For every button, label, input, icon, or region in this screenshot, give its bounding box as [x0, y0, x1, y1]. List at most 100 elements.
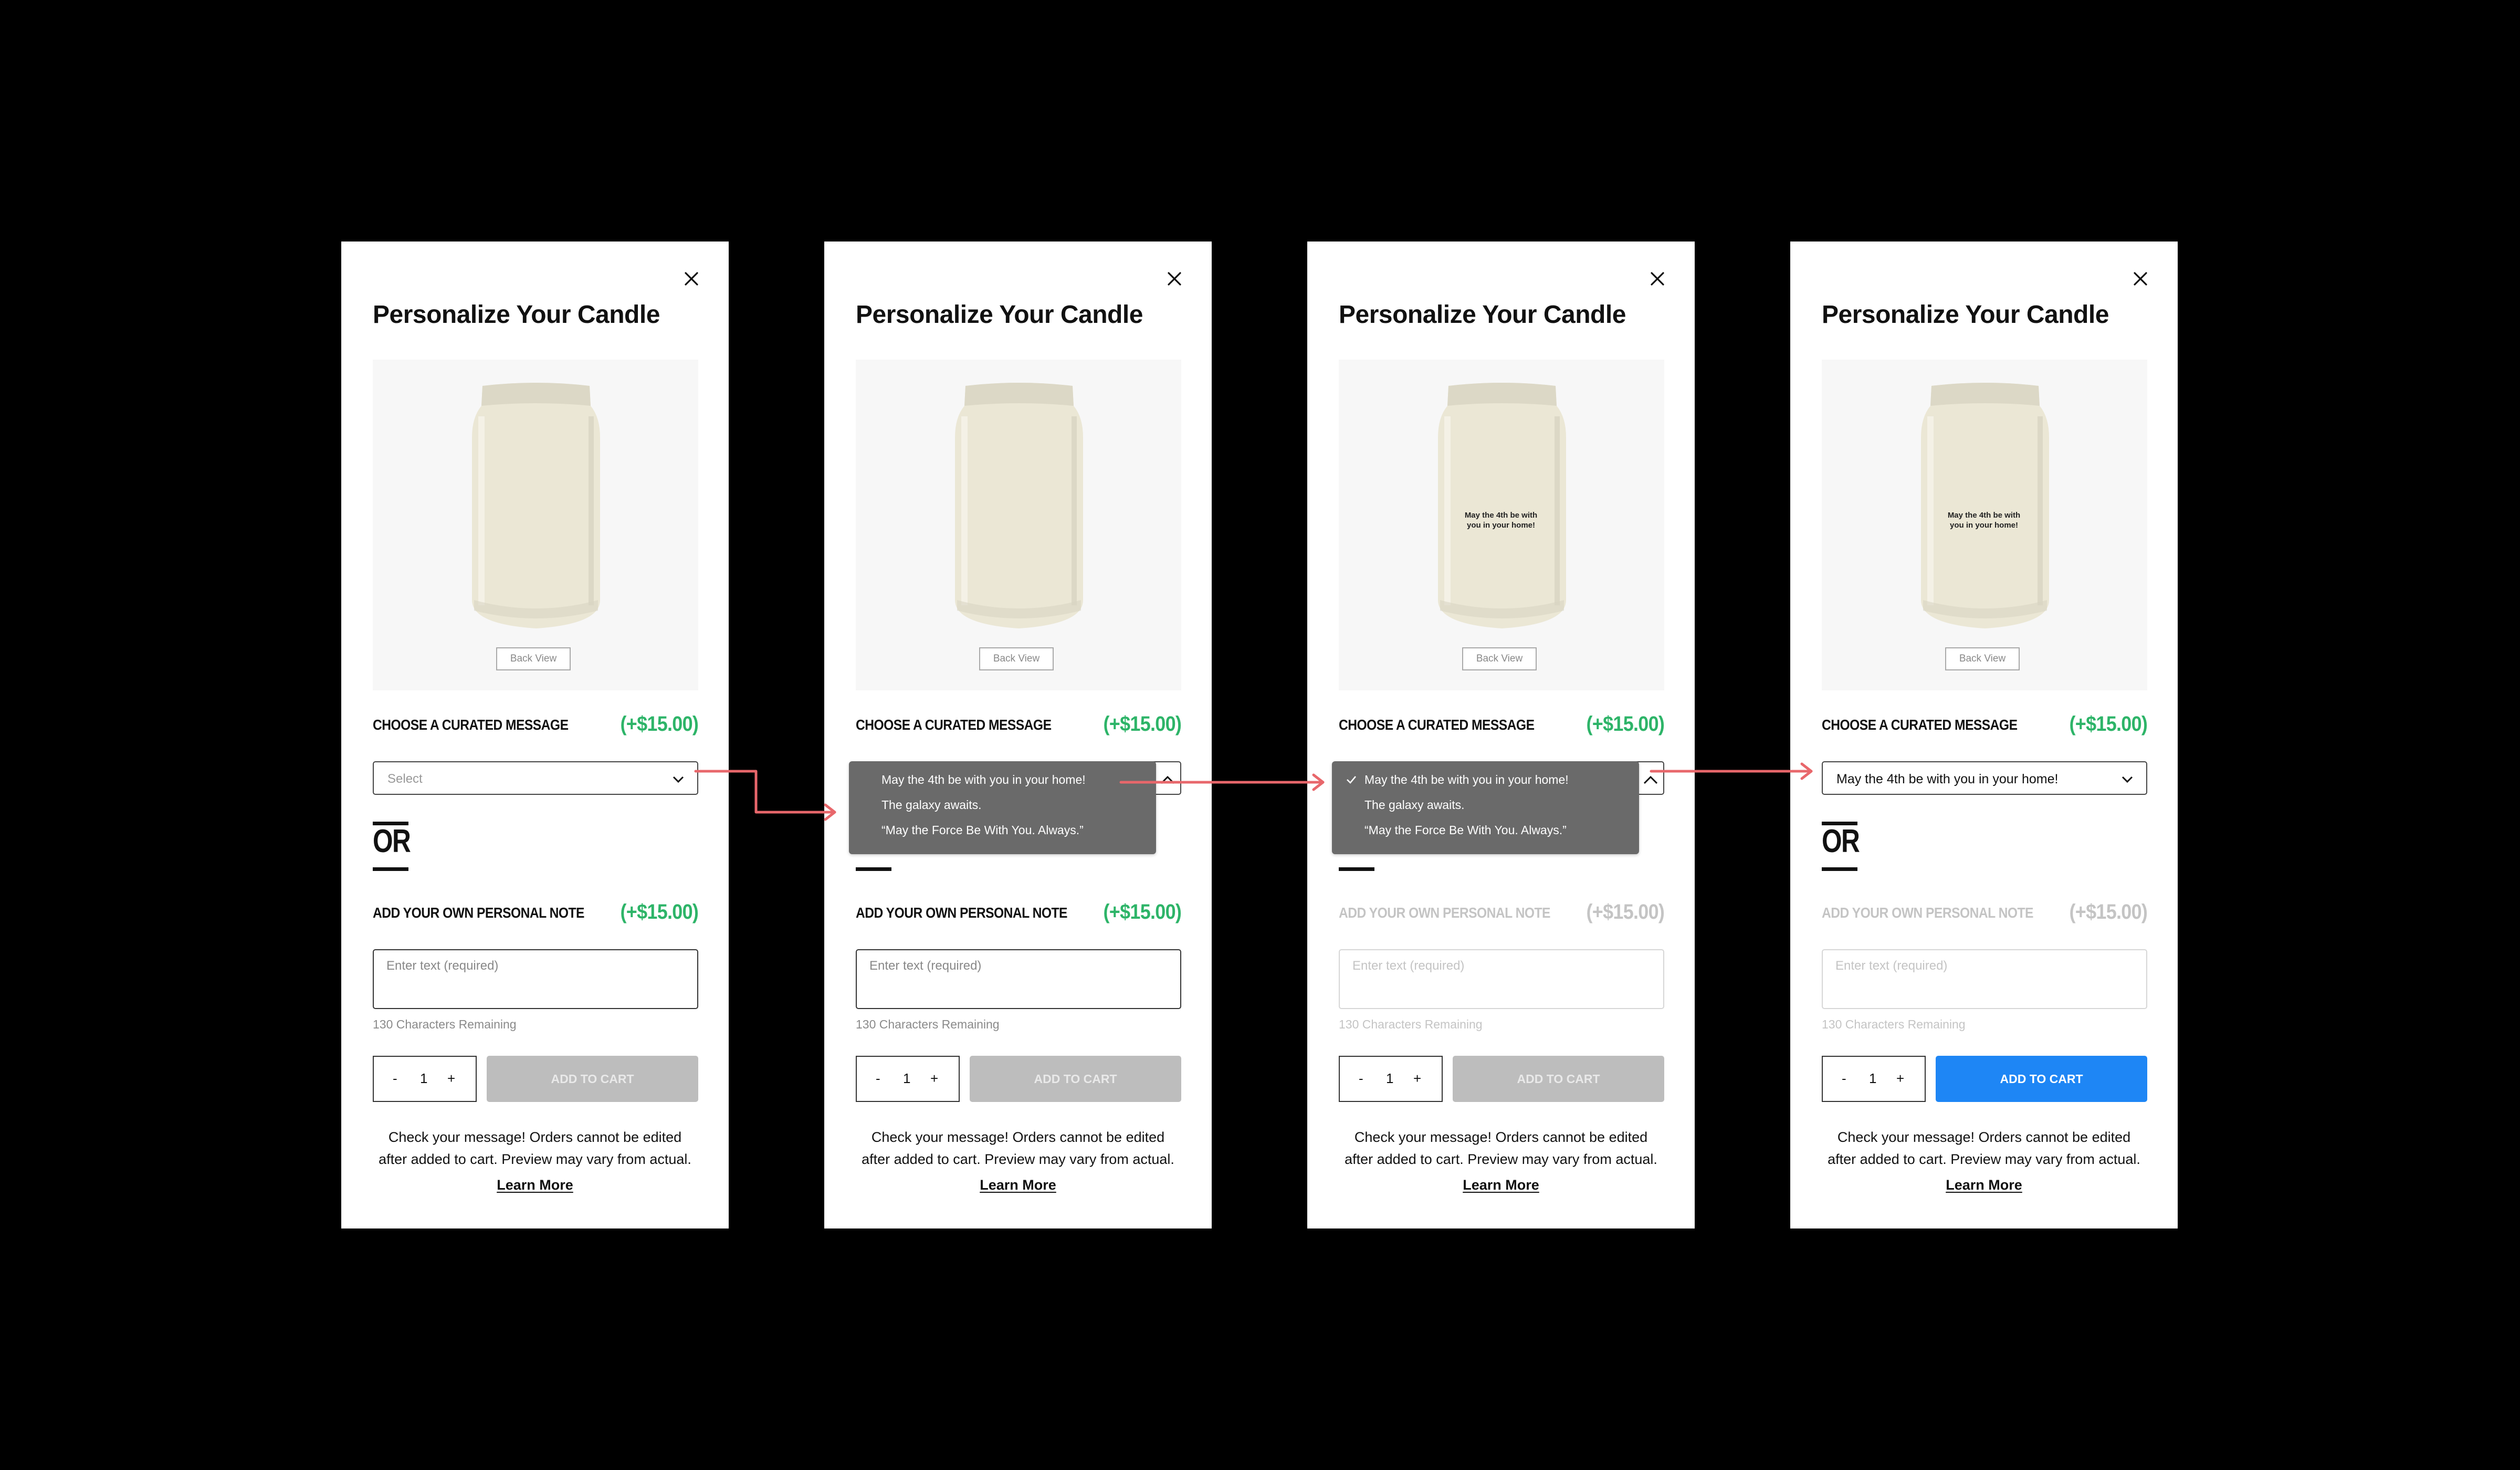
candle-message-line-1: May the 4th be with: [1465, 511, 1537, 520]
curated-message-row: CHOOSE A CURATED MESSAGE (+$15.00): [1339, 711, 1665, 738]
disclaimer-text: Check your message! Orders cannot be edi…: [1307, 1126, 1695, 1170]
personal-note-field[interactable]: [1822, 949, 2147, 1009]
dropdown-option[interactable]: “May the Force Be With You. Always.”: [1364, 823, 1567, 837]
learn-more-row: Learn More: [824, 1177, 1212, 1193]
close-icon[interactable]: [1165, 269, 1184, 288]
disclaimer-text: Check your message! Orders cannot be edi…: [824, 1126, 1212, 1170]
learn-more-row: Learn More: [1307, 1177, 1695, 1193]
dropdown-option[interactable]: May the 4th be with you in your home!: [881, 773, 1086, 787]
personal-note-label: ADD YOUR OWN PERSONAL NOTE: [1339, 905, 1550, 921]
quantity-increase-button[interactable]: +: [447, 1070, 455, 1087]
select-value: Select: [387, 772, 423, 786]
panel-title: Personalize Your Candle: [1822, 301, 2109, 329]
learn-more-link[interactable]: Learn More: [1946, 1177, 2022, 1193]
personal-note-input[interactable]: [1340, 950, 1663, 982]
dropdown-option[interactable]: The galaxy awaits.: [881, 798, 981, 812]
candle-image: May the 4th be with you in your home!: [1921, 383, 2049, 628]
or-divider-bottom: [856, 867, 891, 871]
quantity-decrease-button[interactable]: -: [876, 1070, 880, 1087]
chevron-down-icon: [2122, 776, 2133, 783]
characters-remaining: 130 Characters Remaining: [1822, 1017, 1966, 1031]
curated-message-dropdown: May the 4th be with you in your home! Th…: [849, 761, 1156, 854]
curated-message-row: CHOOSE A CURATED MESSAGE (+$15.00): [1822, 711, 2148, 738]
candle-image: [955, 383, 1083, 628]
candle-image: [472, 383, 600, 628]
quantity-increase-button[interactable]: +: [1413, 1070, 1421, 1087]
add-to-cart-button[interactable]: ADD TO CART: [970, 1056, 1181, 1102]
quantity-increase-button[interactable]: +: [1896, 1070, 1904, 1087]
or-text: OR: [1822, 823, 1860, 859]
curated-message-price: (+$15.00): [620, 712, 698, 736]
personal-note-price: (+$15.00): [2069, 900, 2147, 923]
quantity-stepper: - 1 +: [373, 1056, 477, 1102]
quantity-stepper: - 1 +: [856, 1056, 960, 1102]
disclaimer-line-1: Check your message! Orders cannot be edi…: [871, 1129, 1165, 1145]
candle-message-line-2: you in your home!: [1950, 521, 2018, 530]
chevron-up-icon: [1643, 775, 1658, 784]
curated-message-row: CHOOSE A CURATED MESSAGE (+$15.00): [856, 711, 1182, 738]
disclaimer-line-1: Check your message! Orders cannot be edi…: [1837, 1129, 2131, 1145]
personal-note-price: (+$15.00): [620, 900, 698, 923]
personal-note-label: ADD YOUR OWN PERSONAL NOTE: [1822, 905, 2033, 921]
personal-note-row: ADD YOUR OWN PERSONAL NOTE (+$15.00): [373, 899, 699, 926]
back-view-button[interactable]: Back View: [496, 647, 571, 670]
curated-message-label: CHOOSE A CURATED MESSAGE: [1339, 717, 1535, 733]
personal-note-row: ADD YOUR OWN PERSONAL NOTE (+$15.00): [1339, 899, 1665, 926]
curated-message-row: CHOOSE A CURATED MESSAGE (+$15.00): [373, 711, 699, 738]
curated-message-price: (+$15.00): [2069, 712, 2147, 736]
disclaimer-line-2: after added to cart. Preview may vary fr…: [1828, 1151, 2140, 1167]
personal-note-field[interactable]: [373, 949, 698, 1009]
candle-preview: May the 4th be with you in your home! Ba…: [1339, 360, 1664, 690]
quantity-value: 1: [903, 1070, 911, 1086]
curated-message-select[interactable]: Select: [373, 761, 698, 795]
personalize-panel-1: Personalize Your Candle Back View CHOOSE…: [341, 242, 729, 1228]
learn-more-row: Learn More: [1790, 1177, 2178, 1193]
curated-message-label: CHOOSE A CURATED MESSAGE: [856, 717, 1052, 733]
quantity-decrease-button[interactable]: -: [393, 1070, 397, 1087]
learn-more-link[interactable]: Learn More: [1463, 1177, 1539, 1193]
close-icon[interactable]: [2131, 269, 2150, 288]
characters-remaining: 130 Characters Remaining: [856, 1017, 1000, 1031]
quantity-decrease-button[interactable]: -: [1359, 1070, 1363, 1087]
quantity-increase-button[interactable]: +: [930, 1070, 938, 1087]
personal-note-row: ADD YOUR OWN PERSONAL NOTE (+$15.00): [856, 899, 1182, 926]
back-view-button[interactable]: Back View: [979, 647, 1054, 670]
candle-message-line-2: you in your home!: [1467, 521, 1535, 530]
personal-note-input[interactable]: [374, 950, 697, 982]
personal-note-input[interactable]: [857, 950, 1180, 982]
disclaimer-line-2: after added to cart. Preview may vary fr…: [379, 1151, 691, 1167]
curated-message-label: CHOOSE A CURATED MESSAGE: [373, 717, 569, 733]
curated-message-price: (+$15.00): [1586, 712, 1664, 736]
learn-more-link[interactable]: Learn More: [980, 1177, 1056, 1193]
or-divider-bottom: [1339, 867, 1374, 871]
chevron-up-icon: [1160, 775, 1175, 784]
back-view-button[interactable]: Back View: [1462, 647, 1537, 670]
dropdown-option[interactable]: The galaxy awaits.: [1364, 798, 1464, 812]
candle-preview: Back View: [373, 360, 698, 690]
quantity-decrease-button[interactable]: -: [1842, 1070, 1846, 1087]
candle-preview: Back View: [856, 360, 1181, 690]
or-text: OR: [373, 823, 411, 859]
personal-note-field[interactable]: [1339, 949, 1664, 1009]
dropdown-option-selected[interactable]: May the 4th be with you in your home!: [1364, 773, 1569, 787]
back-view-button[interactable]: Back View: [1945, 647, 2020, 670]
add-to-cart-button[interactable]: ADD TO CART: [1453, 1056, 1664, 1102]
curated-message-select[interactable]: May the 4th be with you in your home!: [1822, 761, 2147, 795]
checkmark-icon: [1347, 776, 1356, 784]
candle-message-line-1: May the 4th be with: [1948, 511, 2020, 520]
add-to-cart-button[interactable]: ADD TO CART: [1936, 1056, 2147, 1102]
characters-remaining: 130 Characters Remaining: [373, 1017, 517, 1031]
personal-note-field[interactable]: [856, 949, 1181, 1009]
curated-message-price: (+$15.00): [1103, 712, 1181, 736]
select-value: May the 4th be with you in your home!: [1836, 772, 2059, 786]
add-to-cart-button[interactable]: ADD TO CART: [487, 1056, 698, 1102]
personal-note-input[interactable]: [1823, 950, 2146, 982]
disclaimer-line-2: after added to cart. Preview may vary fr…: [1345, 1151, 1657, 1167]
disclaimer-line-1: Check your message! Orders cannot be edi…: [1354, 1129, 1648, 1145]
close-icon[interactable]: [1648, 269, 1667, 288]
dropdown-option[interactable]: “May the Force Be With You. Always.”: [881, 823, 1084, 837]
characters-remaining: 130 Characters Remaining: [1339, 1017, 1483, 1031]
learn-more-link[interactable]: Learn More: [497, 1177, 573, 1193]
panel-title: Personalize Your Candle: [856, 301, 1143, 329]
close-icon[interactable]: [682, 269, 701, 288]
